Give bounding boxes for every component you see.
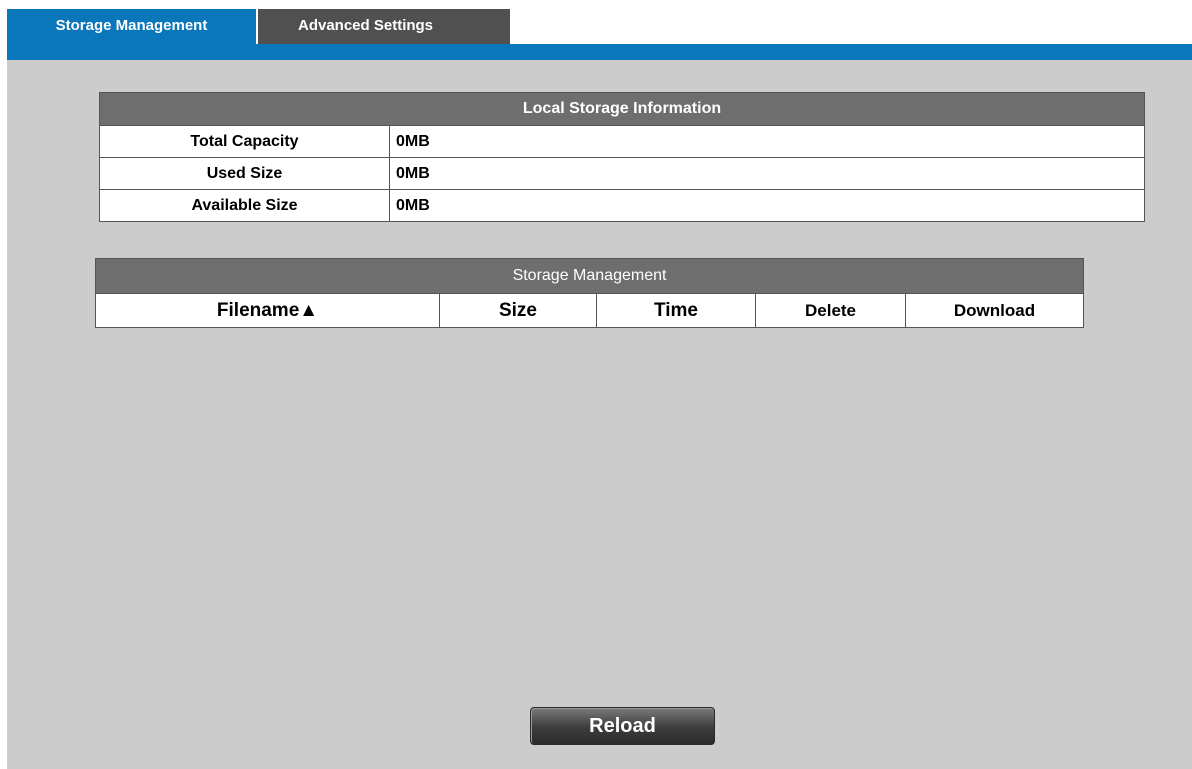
table-row: Available Size 0MB bbox=[99, 189, 1145, 222]
storage-management-table: Storage Management Filename▲ Size Time D… bbox=[95, 258, 1084, 328]
column-header-size[interactable]: Size bbox=[439, 293, 597, 328]
column-header-delete: Delete bbox=[755, 293, 906, 328]
column-header-download: Download bbox=[905, 293, 1084, 328]
used-size-value: 0MB bbox=[389, 157, 1145, 190]
table-row: Total Capacity 0MB bbox=[99, 125, 1145, 158]
used-size-label: Used Size bbox=[99, 157, 390, 190]
column-header-filename[interactable]: Filename▲ bbox=[95, 293, 440, 328]
column-header-time[interactable]: Time bbox=[596, 293, 756, 328]
tab-advanced-settings[interactable]: Advanced Settings bbox=[258, 9, 510, 44]
local-storage-info-table: Local Storage Information Total Capacity… bbox=[99, 92, 1145, 222]
tab-bar: Storage Management Advanced Settings bbox=[0, 0, 1192, 44]
available-size-value: 0MB bbox=[389, 189, 1145, 222]
main-content: Local Storage Information Total Capacity… bbox=[7, 60, 1192, 769]
total-capacity-value: 0MB bbox=[389, 125, 1145, 158]
tab-underline-bar bbox=[7, 44, 1192, 60]
local-storage-title: Local Storage Information bbox=[99, 92, 1145, 126]
table-header-row: Filename▲ Size Time Delete Download bbox=[95, 293, 1084, 328]
storage-management-title: Storage Management bbox=[95, 258, 1084, 294]
available-size-label: Available Size bbox=[99, 189, 390, 222]
total-capacity-label: Total Capacity bbox=[99, 125, 390, 158]
reload-button[interactable]: Reload bbox=[530, 707, 715, 745]
tab-storage-management[interactable]: Storage Management bbox=[7, 9, 256, 44]
table-row: Used Size 0MB bbox=[99, 157, 1145, 190]
